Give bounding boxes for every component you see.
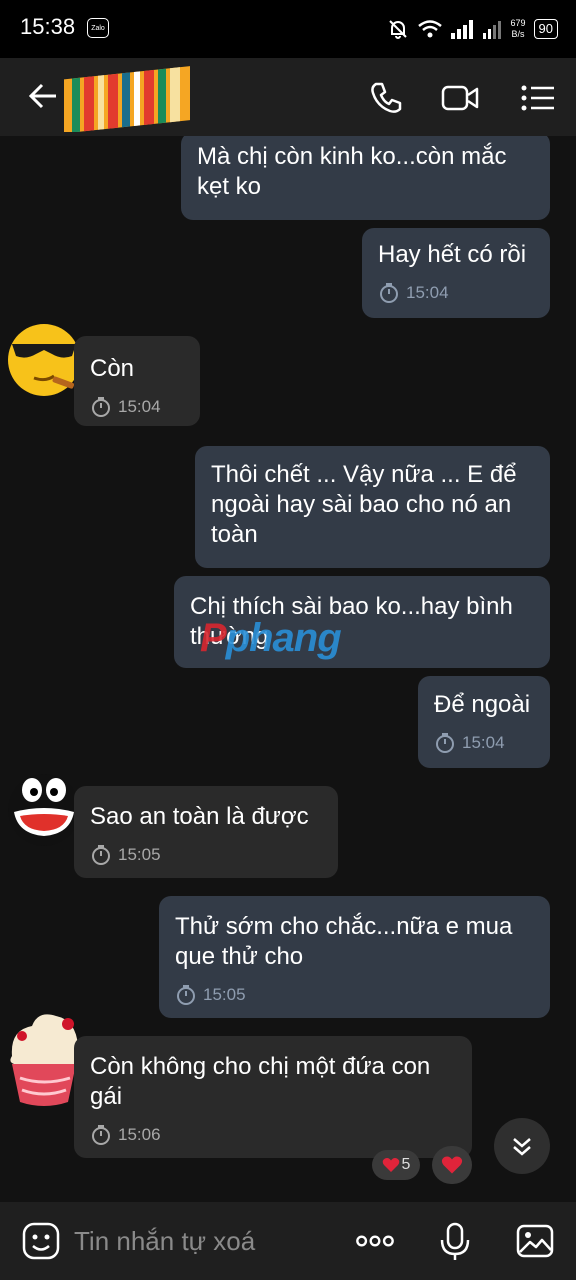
message-time: 15:05 (118, 845, 161, 864)
phone-icon[interactable] (366, 78, 406, 118)
network-speed: 679 B/s (510, 18, 526, 39)
more-dots-icon[interactable] (354, 1220, 396, 1262)
message-bubble[interactable]: Để ngoài 15:04 (418, 676, 550, 768)
status-bar: 15:38 Zalo 679 B/s 90 (0, 0, 576, 58)
message-time: 15:06 (118, 1125, 161, 1144)
heart-icon (441, 1156, 463, 1174)
message-bubble[interactable]: Thử sớm cho chắc...nữa e mua que thử cho… (159, 896, 550, 1018)
image-icon[interactable] (514, 1220, 556, 1262)
list-icon[interactable] (518, 78, 558, 118)
message-text: Còn (90, 355, 135, 382)
message-time: 15:04 (462, 733, 505, 752)
message-meta: 15:04 (434, 728, 534, 758)
zalo-notification-icon: Zalo (87, 18, 109, 38)
signal-2-icon (482, 21, 501, 39)
emoji-icon[interactable] (20, 1220, 62, 1262)
video-camera-icon[interactable] (440, 78, 480, 118)
battery-indicator: 90 (533, 19, 558, 39)
message-meta: 15:04 (90, 392, 184, 422)
composer-bar: Tin nhắn tự xoá (0, 1202, 576, 1280)
message-text: Để ngoài (434, 691, 531, 718)
message-time: 15:04 (406, 283, 449, 302)
message-text: Thôi chết ... Vậy nữa ... E để ngoài hay… (211, 461, 517, 548)
double-chevron-down-icon (513, 1138, 531, 1156)
message-bubble[interactable]: Mà chị còn kinh ko...còn mắc kẹt ko (181, 136, 550, 220)
reaction-summary[interactable]: 5 (372, 1150, 420, 1180)
chat-header (0, 58, 576, 136)
status-time: 15:38 (20, 14, 76, 39)
reaction-count-value: 5 (401, 1156, 411, 1173)
sender-avatar[interactable] (4, 1002, 84, 1114)
message-time: 15:04 (118, 397, 161, 416)
message-meta: 15:04 (378, 278, 534, 308)
message-bubble[interactable]: Thôi chết ... Vậy nữa ... E để ngoài hay… (195, 446, 550, 568)
sender-avatar[interactable] (4, 768, 84, 848)
timer-icon (177, 985, 195, 1005)
message-meta: 15:05 (175, 980, 534, 1010)
microphone-icon[interactable] (434, 1220, 476, 1262)
contact-avatar[interactable] (58, 62, 194, 132)
watermark-logo: Pphang (200, 616, 342, 660)
message-text: Hay hết có rồi (378, 241, 527, 268)
message-meta: 15:05 (90, 840, 322, 870)
react-heart-button[interactable] (432, 1146, 472, 1184)
timer-icon (436, 733, 454, 753)
message-text: Sao an toàn là được (90, 803, 309, 830)
scroll-to-bottom-button[interactable] (494, 1118, 550, 1174)
message-text: Thử sớm cho chắc...nữa e mua que thử cho (175, 913, 513, 970)
signal-icon (450, 20, 473, 39)
message-list[interactable]: Mà chị còn kinh ko...còn mắc kẹt ko Hay … (0, 136, 576, 1202)
status-indicators: 679 B/s 90 (387, 14, 558, 44)
timer-icon (380, 283, 398, 303)
wifi-icon (417, 20, 442, 38)
message-text: Còn không cho chị một đứa con gái (90, 1053, 431, 1110)
message-bubble[interactable]: Còn 15:04 (74, 336, 200, 426)
sender-avatar[interactable] (4, 320, 84, 400)
heart-icon (382, 1158, 399, 1172)
message-bubble[interactable]: Sao an toàn là được 15:05 (74, 786, 338, 878)
timer-icon (92, 845, 110, 865)
message-time: 15:05 (203, 985, 246, 1004)
bell-off-icon (388, 20, 407, 39)
timer-icon (92, 1125, 110, 1145)
message-input[interactable]: Tin nhắn tự xoá (74, 1226, 255, 1257)
timer-icon (92, 397, 110, 417)
message-bubble[interactable]: Hay hết có rồi 15:04 (362, 228, 550, 318)
message-bubble[interactable]: Còn không cho chị một đứa con gái 15:06 (74, 1036, 472, 1158)
message-meta: 15:06 (90, 1120, 456, 1150)
message-text: Mà chị còn kinh ko...còn mắc kẹt ko (197, 143, 507, 200)
